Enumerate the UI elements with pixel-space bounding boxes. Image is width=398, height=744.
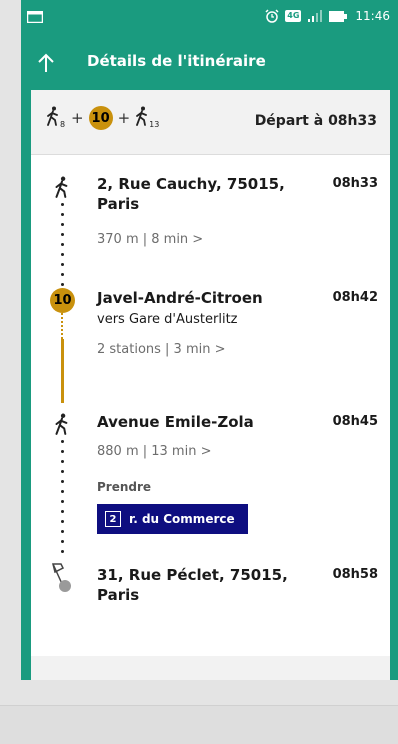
battery-icon: [329, 10, 348, 22]
step-meta-link[interactable]: 880 m | 13 min >: [97, 444, 211, 459]
step-meta-link[interactable]: 370 m | 8 min >: [97, 232, 203, 247]
step-time: 08h42: [332, 290, 378, 305]
metro-line-badge: 10: [88, 106, 113, 130]
alarm-icon: [265, 9, 279, 23]
status-bar: 4G 11:46: [21, 0, 398, 38]
step-meta-link[interactable]: 2 stations | 3 min >: [97, 342, 226, 357]
step-time: 08h33: [332, 176, 378, 191]
card-footer: [31, 656, 390, 680]
signal-icon: [308, 10, 323, 22]
bus-line-number: 2: [105, 511, 121, 527]
phone-screen: 4G 11:46 Détails de l'itinéraire 8 + 10 …: [21, 0, 398, 680]
step-time: 08h45: [332, 414, 378, 429]
itinerary-card: 8 + 10 + 13 Départ à 08h33 2, Rue Cauchy…: [31, 90, 390, 680]
step-title: 2, Rue Cauchy, 75015, Paris: [97, 175, 285, 213]
walk-icon: [55, 413, 68, 435]
bottom-bar: [0, 705, 398, 744]
walk-icon: [47, 106, 58, 126]
status-icons: 4G 11:46: [265, 9, 390, 23]
summary-modes: 8 + 10 + 13: [46, 106, 159, 130]
bus-stop-name: r. du Commerce: [129, 512, 235, 526]
itinerary-summary[interactable]: 8 + 10 + 13 Départ à 08h33: [31, 90, 390, 155]
back-arrow-icon[interactable]: [35, 52, 57, 74]
step-walk: Avenue Emile-Zola 08h45 880 m | 13 min >…: [31, 410, 390, 540]
metro-line-dotted: [61, 313, 66, 339]
step-direction: vers Gare d'Austerlitz: [97, 312, 238, 327]
walk-segment-1: 8: [46, 106, 66, 130]
walk-icon: [136, 106, 148, 126]
walk-segment-2: 13: [135, 106, 159, 130]
bus-button[interactable]: 2 r. du Commerce: [97, 504, 248, 534]
metro-line-track: [61, 339, 64, 403]
app-bar: Détails de l'itinéraire: [21, 38, 398, 88]
destination-flag-icon: [52, 563, 71, 592]
take-label: Prendre: [97, 480, 152, 494]
step-title: 31, Rue Péclet, 75015, Paris: [97, 566, 288, 604]
metro-line-badge: 10: [50, 288, 75, 313]
plus-sign: +: [117, 109, 131, 127]
page-title: Détails de l'itinéraire: [87, 52, 266, 70]
step-destination: 31, Rue Péclet, 75015, Paris 08h58: [31, 560, 390, 630]
step-time: 08h58: [332, 567, 378, 582]
walk-icon: [55, 176, 68, 198]
step-title: Avenue Emile-Zola: [97, 413, 254, 431]
departure-time: Départ à 08h33: [254, 113, 377, 129]
step-metro: 10 Javel-André-Citroen 08h42 vers Gare d…: [31, 286, 390, 416]
plus-sign: +: [71, 109, 84, 127]
clock: 11:46: [355, 9, 390, 23]
network-badge: 4G: [285, 10, 302, 22]
step-title: Javel-André-Citroen: [97, 289, 263, 307]
step-origin: 2, Rue Cauchy, 75015, Paris 08h33 370 m …: [31, 154, 390, 264]
notification-icon: [27, 11, 43, 23]
